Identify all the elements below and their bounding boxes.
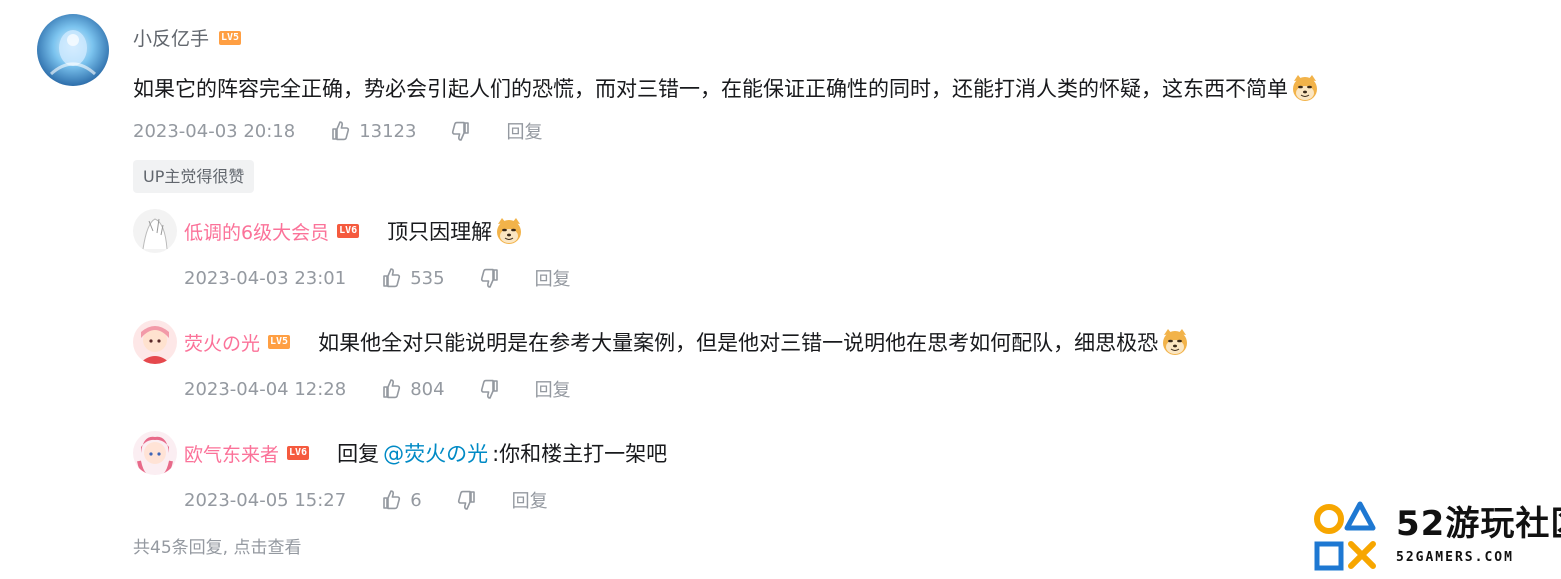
timestamp: 2023-04-04 12:28 <box>184 378 347 400</box>
reply-button[interactable]: 回复 <box>535 265 571 291</box>
comment-meta: 2023-04-03 20:18 13123 回复 <box>133 118 542 144</box>
comment-text: 如果它的阵容完全正确，势必会引起人们的恐慌，而对三错一，在能保证正确性的同时，还… <box>133 77 1288 101</box>
reply-text: 如果他全对只能说明是在参考大量案例，但是他对三错一说明他在思考如何配队，细思极恐 <box>318 331 1159 355</box>
like-count: 804 <box>410 378 445 400</box>
reply-content: 回复 @荧火の光 :你和楼主打一架吧 <box>337 438 667 468</box>
doge-emoji-icon <box>1162 328 1188 356</box>
like-button[interactable]: 13123 <box>329 120 416 142</box>
reply-item: 低调的6级大会员 LV6 顶只因理解 <box>184 216 524 246</box>
view-more-replies[interactable]: 共45条回复, 点击查看 <box>133 533 301 558</box>
watermark-site: 52GAMERS.COM <box>1396 550 1514 565</box>
timestamp: 2023-04-05 15:27 <box>184 489 347 511</box>
reply-meta: 2023-04-04 12:28 804 回复 <box>184 376 571 402</box>
thumb-down-icon <box>480 268 498 288</box>
thumb-up-icon <box>383 379 401 399</box>
reply-button[interactable]: 回复 <box>506 118 542 144</box>
timestamp: 2023-04-03 20:18 <box>133 120 296 142</box>
watermark: 52游玩社区 52GAMERS.COM <box>1310 494 1561 576</box>
reply-button[interactable]: 回复 <box>535 376 571 402</box>
thumb-down-icon <box>452 121 470 141</box>
thumb-up-icon <box>383 268 401 288</box>
like-button[interactable]: 804 <box>380 378 445 400</box>
reply-prefix: 回复 <box>337 442 380 466</box>
reply-meta: 2023-04-05 15:27 6 回复 <box>184 487 548 513</box>
level-badge: LV6 <box>287 446 310 460</box>
username[interactable]: 荧火の光 <box>184 329 260 356</box>
username[interactable]: 低调的6级大会员 <box>184 218 329 245</box>
reply-text: 顶只因理解 <box>387 220 493 244</box>
like-count: 535 <box>410 267 445 289</box>
reply-text: :你和楼主打一架吧 <box>492 442 668 466</box>
thumb-down-icon <box>457 490 475 510</box>
comment-section: 小反亿手 LV5 如果它的阵容完全正确，势必会引起人们的恐慌，而对三错一，在能保… <box>0 0 1561 579</box>
avatar[interactable] <box>133 431 177 475</box>
watermark-title: 52游玩社区 <box>1396 504 1561 544</box>
mention-link[interactable]: @荧火の光 <box>383 438 488 468</box>
level-badge: LV5 <box>268 335 291 349</box>
avatar[interactable] <box>37 14 109 86</box>
level-badge: LV5 <box>219 30 242 45</box>
thumb-up-icon <box>383 490 401 510</box>
avatar[interactable] <box>133 209 177 253</box>
comment-header: 小反亿手 LV5 <box>133 24 242 51</box>
doge-emoji-icon <box>496 217 522 245</box>
comment-content: 如果它的阵容完全正确，势必会引起人们的恐慌，而对三错一，在能保证正确性的同时，还… <box>133 73 1320 103</box>
reply-meta: 2023-04-03 23:01 535 回复 <box>184 265 571 291</box>
like-count: 13123 <box>359 120 417 142</box>
like-button[interactable]: 535 <box>380 267 445 289</box>
timestamp: 2023-04-03 23:01 <box>184 267 347 289</box>
dislike-button[interactable] <box>456 489 478 511</box>
up-liked-tag: UP主觉得很赞 <box>133 160 255 193</box>
avatar[interactable] <box>133 320 177 364</box>
username[interactable]: 欧气东来者 <box>184 440 279 467</box>
reply-content: 顶只因理解 <box>387 216 524 246</box>
dislike-button[interactable] <box>479 378 501 400</box>
reply-content: 如果他全对只能说明是在参考大量案例，但是他对三错一说明他在思考如何配队，细思极恐 <box>318 327 1190 357</box>
thumb-up-icon <box>332 121 350 141</box>
username[interactable]: 小反亿手 <box>133 24 209 51</box>
doge-emoji-icon <box>1292 74 1318 102</box>
reply-item: 欧气东来者 LV6 回复 @荧火の光 :你和楼主打一架吧 <box>184 438 667 468</box>
reply-item: 荧火の光 LV5 如果他全对只能说明是在参考大量案例，但是他对三错一说明他在思考… <box>184 327 1190 357</box>
reply-button[interactable]: 回复 <box>512 487 548 513</box>
dislike-button[interactable] <box>450 120 472 142</box>
thumb-down-icon <box>480 379 498 399</box>
gamepad-symbols-icon <box>1314 501 1376 571</box>
dislike-button[interactable] <box>479 267 501 289</box>
like-count: 6 <box>410 489 422 511</box>
like-button[interactable]: 6 <box>380 489 422 511</box>
level-badge: LV6 <box>337 224 360 238</box>
